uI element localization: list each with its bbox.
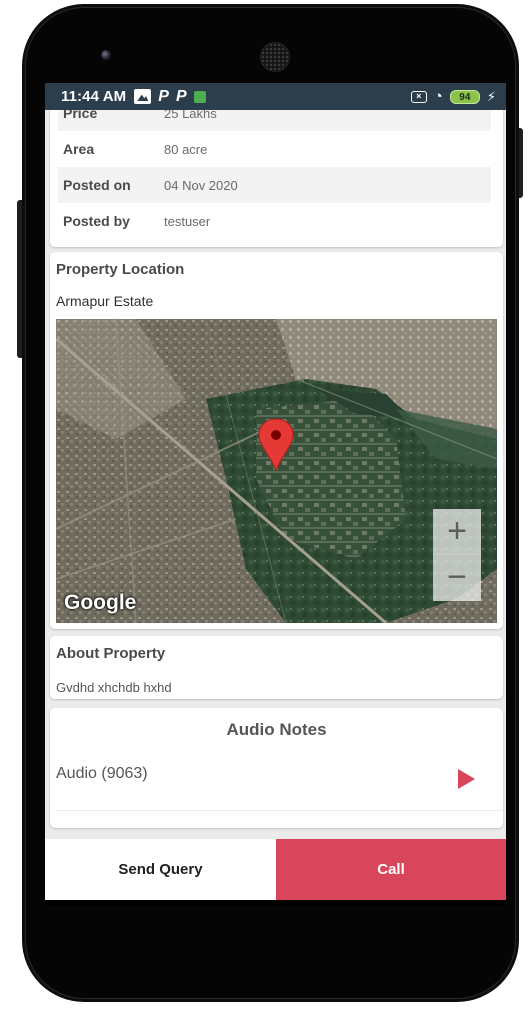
screen: 11:44 AM P P × ◔ 94 ⚡ Price 25 Lakhs Are… xyxy=(45,83,506,906)
status-bar: 11:44 AM P P × ◔ 94 ⚡ xyxy=(45,83,506,110)
detail-label: Posted by xyxy=(63,213,130,229)
audio-item-label: Audio (9063) xyxy=(56,765,148,782)
parking-notification-icon: P xyxy=(158,87,169,105)
detail-row-area: Area 80 acre xyxy=(58,131,491,167)
battery-icon: 94 xyxy=(449,89,480,104)
system-icons: × ◔ 94 ⚡ xyxy=(410,87,496,105)
about-property-card: About Property Gvdhd xhchdb hxhd xyxy=(50,636,503,699)
call-button[interactable]: Call xyxy=(276,839,506,900)
detail-row-price: Price 25 Lakhs xyxy=(58,110,491,131)
property-location-card: Property Location Armapur Estate + − Goo… xyxy=(50,252,503,629)
divider xyxy=(56,810,503,811)
charging-icon: ⚡ xyxy=(486,88,496,104)
zoom-out-button[interactable]: − xyxy=(433,555,481,601)
app-notification-icon xyxy=(193,90,206,103)
gallery-notification-icon xyxy=(134,89,152,104)
location-name: Armapur Estate xyxy=(56,293,154,309)
zoom-in-button[interactable]: + xyxy=(433,509,481,555)
section-title: About Property xyxy=(56,645,166,662)
play-icon[interactable] xyxy=(458,769,475,789)
detail-row-posted-on: Posted on 04 Nov 2020 xyxy=(58,167,491,203)
detail-value: 04 Nov 2020 xyxy=(164,177,238,193)
action-bar: Send Query Call xyxy=(45,839,506,900)
map-imagery xyxy=(56,319,497,623)
content-scroll[interactable]: Price 25 Lakhs Area 80 acre Posted on 04… xyxy=(45,110,506,838)
google-logo: Google xyxy=(64,591,137,614)
satellite-map[interactable]: + − Google xyxy=(56,319,497,623)
property-details-card: Price 25 Lakhs Area 80 acre Posted on 04… xyxy=(50,110,503,247)
send-query-button[interactable]: Send Query xyxy=(45,839,276,900)
parking-notification-icon: P xyxy=(175,87,187,105)
about-text: Gvdhd xhchdb hxhd xyxy=(56,680,172,695)
detail-label: Posted on xyxy=(63,177,131,193)
status-time: 11:44 AM xyxy=(61,88,127,105)
detail-value: 25 Lakhs xyxy=(164,110,217,121)
detail-value: testuser xyxy=(164,213,211,229)
screen-edge xyxy=(45,900,506,906)
detail-value: 80 acre xyxy=(164,141,208,157)
audio-notes-title: Audio Notes xyxy=(226,720,327,739)
earpiece-speaker xyxy=(260,42,290,72)
front-camera xyxy=(101,50,111,60)
audio-notes-card: Audio Notes Audio (9063) xyxy=(50,708,503,828)
detail-label: Area xyxy=(63,141,95,157)
no-sim-icon: × xyxy=(410,90,427,103)
notification-icons: P P xyxy=(134,87,206,106)
detail-row-posted-by: Posted by testuser xyxy=(58,203,491,239)
wifi-icon: ◔ xyxy=(433,87,443,105)
section-title: Property Location xyxy=(56,261,185,278)
detail-label: Price xyxy=(63,110,98,121)
